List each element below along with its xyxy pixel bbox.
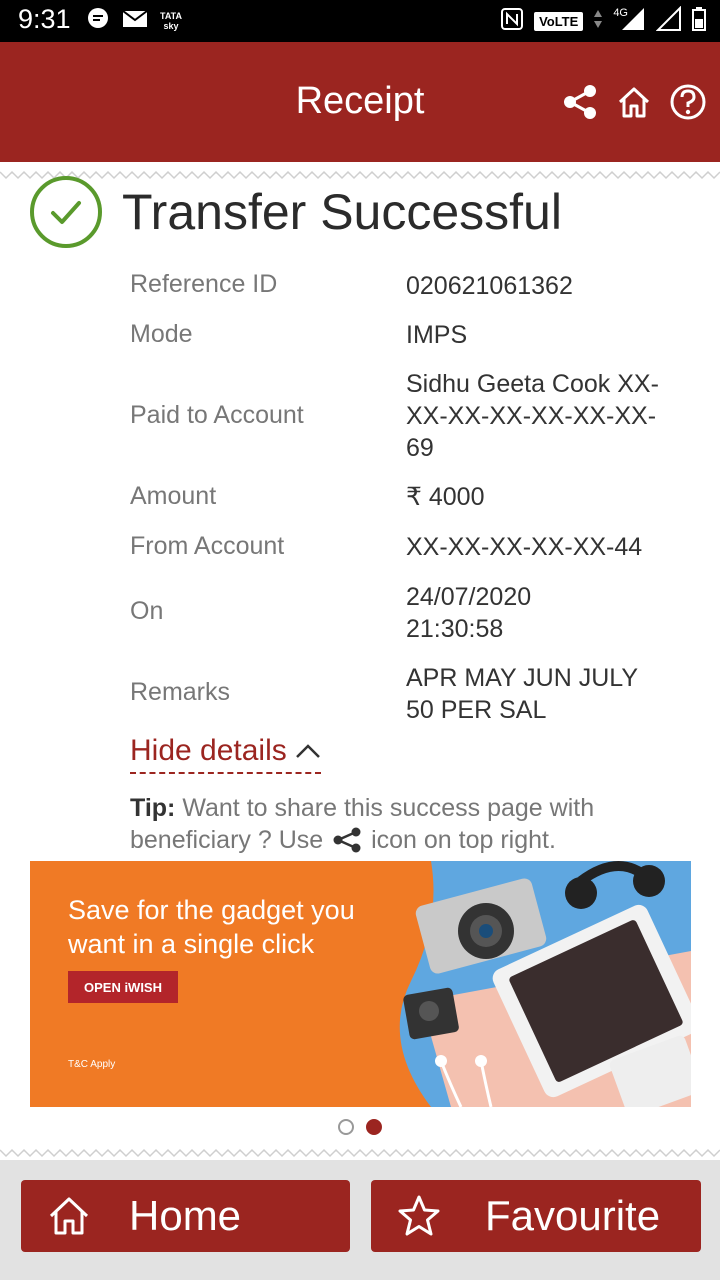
paid-to-account-value: Sidhu Geeta Cook XX-XX-XX-XX-XX-XX-XX-69 <box>406 370 659 462</box>
gadgets-illustration <box>399 861 691 1107</box>
amount-label: Amount <box>130 482 217 510</box>
chevron-up-icon <box>295 734 321 768</box>
favourite-button[interactable]: Favourite <box>371 1180 701 1252</box>
share-icon[interactable] <box>560 82 600 122</box>
remarks-label: Remarks <box>130 678 231 706</box>
signal-2-icon <box>655 5 682 37</box>
remarks-value: APR MAY JUN JULY 50 PER SAL <box>406 664 638 724</box>
tip-prefix: Tip: <box>130 794 176 822</box>
from-account-value: XX-XX-XX-XX-XX-44 <box>406 533 643 561</box>
transfer-status: Transfer Successful <box>122 184 562 240</box>
nfc-icon <box>500 7 524 36</box>
hide-details-label: Hide details <box>130 734 287 767</box>
mail-notification-icon <box>122 9 148 34</box>
banner-headline: Save for the gadget you want in a single… <box>68 895 355 959</box>
reference-id-value: 020621061362 <box>406 272 573 300</box>
volte-badge: VoLTE <box>534 11 584 31</box>
message-notification-icon <box>86 7 110 36</box>
home-outline-icon <box>39 1186 99 1246</box>
favourite-button-label: Favourite <box>485 1192 661 1239</box>
carrier-logo: TATA sky <box>160 11 182 31</box>
home-button[interactable]: Home <box>21 1180 350 1252</box>
carousel-indicator <box>338 1119 382 1135</box>
date-value: 24/07/2020 21:30:58 <box>406 583 532 643</box>
status-time: 9:31 <box>18 4 71 34</box>
app-header: Receipt <box>0 42 720 162</box>
from-account-label: From Account <box>130 532 285 560</box>
zigzag-divider-bottom <box>0 1148 720 1158</box>
help-icon[interactable] <box>668 82 708 122</box>
footer-bar: Home Favourite <box>0 1160 720 1280</box>
banner-terms: T&C Apply <box>68 1059 116 1070</box>
network-type: 4G <box>613 7 628 19</box>
amount-value: ₹ 4000 <box>406 483 485 511</box>
home-icon[interactable] <box>614 82 654 122</box>
receipt-content: Transfer Successful Reference ID 0206210… <box>0 162 720 1158</box>
paid-to-account-label: Paid to Account <box>130 401 304 429</box>
share-tip: Tip: Want to share this success page wit… <box>130 792 690 856</box>
share-icon-inline <box>330 826 371 854</box>
tip-text-end: icon on top right. <box>371 826 556 854</box>
hide-details-link[interactable]: Hide details <box>130 734 321 774</box>
star-icon <box>389 1186 449 1246</box>
battery-icon <box>692 6 706 36</box>
success-check-icon <box>30 176 102 248</box>
carousel-dot-1[interactable] <box>338 1119 354 1135</box>
carousel-dot-2[interactable] <box>366 1119 382 1135</box>
home-button-label: Home <box>129 1192 242 1239</box>
mode-label: Mode <box>130 320 193 348</box>
date-label: On <box>130 597 164 625</box>
data-arrows-icon <box>593 8 603 35</box>
status-bar: 9:31 TATA sky VoLTE 4G <box>0 0 720 42</box>
reference-id-label: Reference ID <box>130 270 278 298</box>
success-row: Transfer Successful <box>30 176 562 248</box>
mode-value: IMPS <box>406 321 468 349</box>
open-iwish-button[interactable]: OPEN iWISH <box>68 971 178 1003</box>
promo-banner[interactable]: Save for the gadget you want in a single… <box>30 861 691 1107</box>
